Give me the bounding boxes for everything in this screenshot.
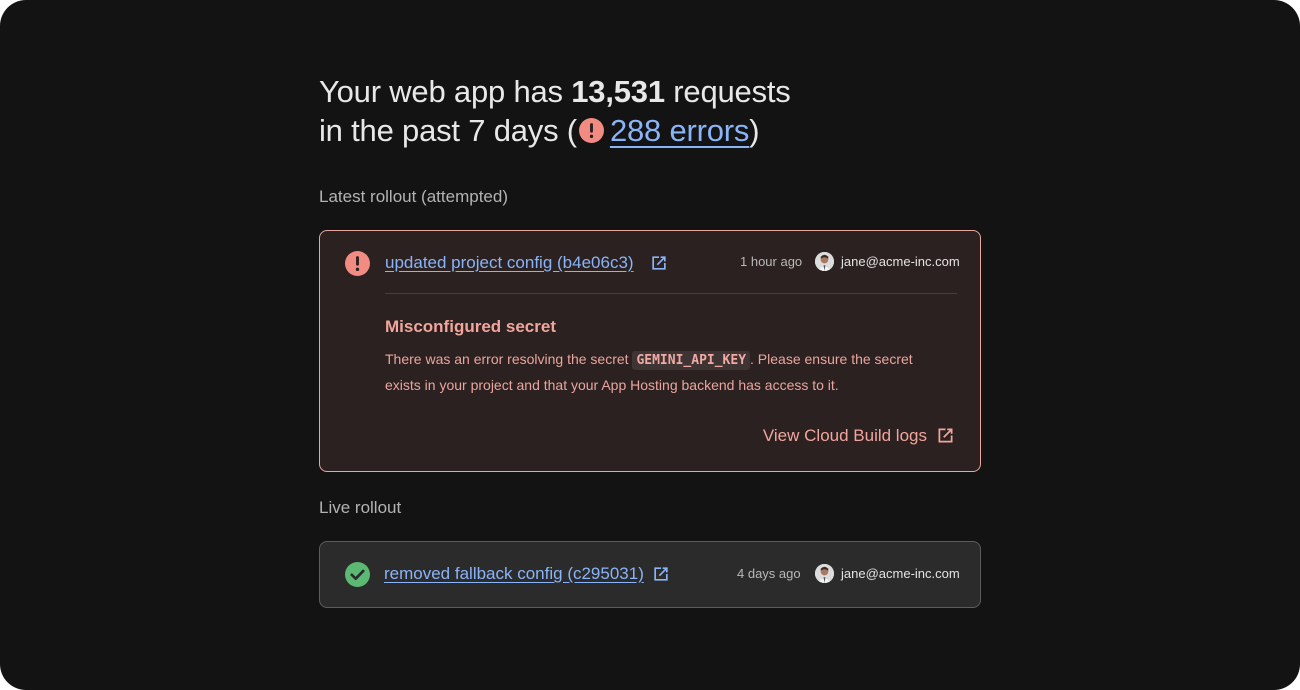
latest-rollout-user: jane@acme-inc.com — [841, 254, 960, 269]
secret-name: GEMINI_API_KEY — [632, 351, 751, 370]
request-count: 13,531 — [571, 74, 665, 109]
error-title: Misconfigured secret — [385, 317, 556, 336]
latest-rollout-label: Latest rollout (attempted) — [319, 187, 508, 206]
main-content: Your web app has 13,531 requests in the p… — [319, 72, 981, 608]
latest-commit-link[interactable]: updated project config (b4e06c3) — [385, 253, 634, 273]
check-circle-icon — [345, 562, 370, 587]
errors-link[interactable]: 288 errors — [610, 113, 749, 148]
error-circle-icon — [345, 251, 370, 276]
card-divider — [385, 293, 957, 294]
live-commit-link[interactable]: removed fallback config (c295031) — [384, 564, 644, 584]
error-message: There was an error resolving the secret … — [385, 351, 913, 393]
error-circle-icon — [578, 117, 604, 143]
live-rollout-card: removed fallback config (c295031) 4 days… — [319, 541, 981, 608]
open-in-new-icon[interactable] — [649, 253, 669, 273]
user-avatar — [815, 252, 834, 271]
open-in-new-icon[interactable] — [651, 564, 671, 584]
view-cloud-build-logs-button[interactable]: View Cloud Build logs — [763, 425, 956, 446]
app-frame: Your web app has 13,531 requests in the p… — [0, 0, 1300, 690]
user-avatar — [815, 564, 834, 583]
latest-rollout-time: 1 hour ago — [740, 254, 803, 269]
live-rollout-time: 4 days ago — [737, 566, 801, 581]
traffic-summary-headline: Your web app has 13,531 requests in the p… — [319, 74, 791, 148]
live-rollout-label: Live rollout — [319, 498, 402, 517]
latest-rollout-card: updated project config (b4e06c3) 1 hour … — [319, 230, 981, 472]
live-rollout-user: jane@acme-inc.com — [841, 566, 960, 581]
open-in-new-icon — [938, 428, 953, 443]
